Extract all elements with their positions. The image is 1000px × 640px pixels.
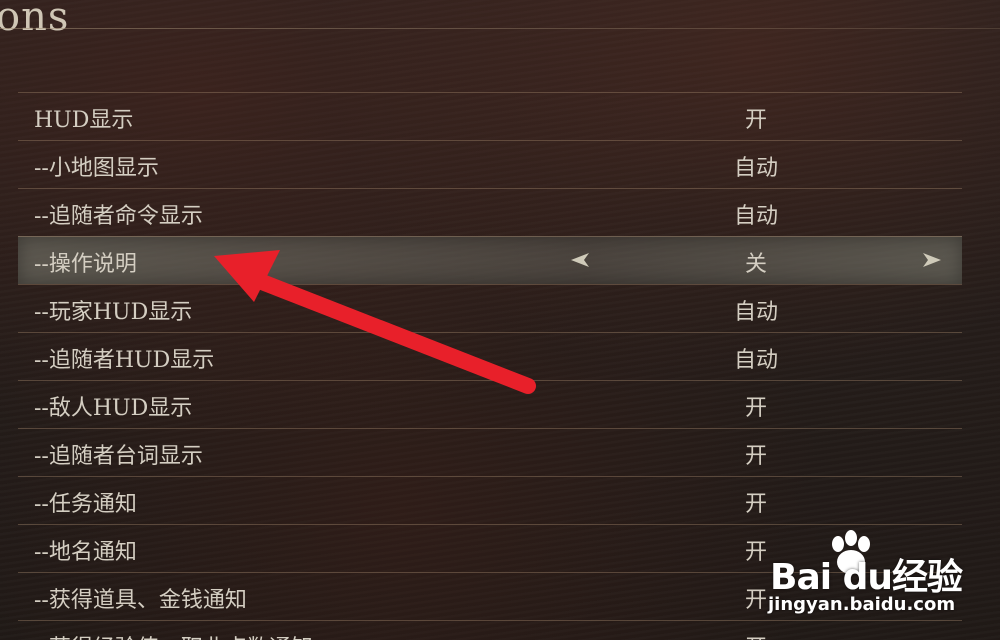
setting-label: --小地图显示 — [34, 156, 159, 181]
setting-label: --操作说明 — [34, 252, 137, 277]
setting-label: --玩家HUD显示 — [34, 300, 193, 325]
setting-value[interactable]: 自动 — [706, 342, 806, 374]
setting-row-minimap[interactable]: --小地图显示 自动 — [18, 140, 962, 188]
setting-row-player-hud[interactable]: --玩家HUD显示 自动 — [18, 284, 962, 332]
setting-row-controls-guide[interactable]: --操作说明 关 — [18, 236, 962, 284]
setting-value[interactable]: 开 — [706, 390, 806, 422]
setting-row-follower-command[interactable]: --追随者命令显示 自动 — [18, 188, 962, 236]
setting-row-enemy-hud[interactable]: --敌人HUD显示 开 — [18, 380, 962, 428]
watermark-url: jingyan.baidu.com — [768, 594, 956, 615]
page-title: ons — [0, 0, 70, 40]
baidu-jingyan-watermark: Bai du经验 jingyan.baidu.com — [766, 530, 976, 620]
setting-value[interactable]: 开 — [706, 630, 806, 640]
setting-row-exp-notify[interactable]: --获得经验值、职业点数通知 开 — [18, 620, 962, 640]
setting-row-hud[interactable]: HUD显示 开 — [18, 92, 962, 140]
setting-label: HUD显示 — [34, 108, 134, 133]
setting-value[interactable]: 自动 — [706, 294, 806, 326]
title-divider — [0, 28, 1000, 29]
setting-row-follower-hud[interactable]: --追随者HUD显示 自动 — [18, 332, 962, 380]
setting-value[interactable]: 开 — [706, 438, 806, 470]
arrow-left-icon[interactable] — [570, 252, 590, 268]
setting-label: --获得道具、金钱通知 — [34, 588, 247, 613]
setting-label: --地名通知 — [34, 540, 137, 565]
arrow-right-icon[interactable] — [922, 252, 942, 268]
setting-label: --敌人HUD显示 — [34, 396, 193, 421]
setting-value[interactable]: 自动 — [706, 198, 806, 230]
setting-row-quest-notify[interactable]: --任务通知 开 — [18, 476, 962, 524]
setting-value[interactable]: 自动 — [706, 150, 806, 182]
setting-label: --追随者命令显示 — [34, 204, 203, 229]
watermark-logo: Bai du经验 — [770, 548, 963, 600]
watermark-brand: Bai du — [770, 557, 893, 598]
setting-label: --获得经验值、职业点数通知 — [34, 630, 313, 640]
setting-row-follower-lines[interactable]: --追随者台词显示 开 — [18, 428, 962, 476]
setting-value[interactable]: 开 — [706, 102, 806, 134]
setting-label: --追随者台词显示 — [34, 444, 203, 469]
options-screen: ons HUD显示 开 --小地图显示 自动 --追随者命令显示 自动 --操作… — [0, 0, 1000, 640]
watermark-suffix: 经验 — [892, 557, 963, 598]
setting-value[interactable]: 关 — [706, 246, 806, 278]
setting-label: --任务通知 — [34, 492, 137, 517]
setting-value[interactable]: 开 — [706, 486, 806, 518]
setting-label: --追随者HUD显示 — [34, 348, 215, 373]
